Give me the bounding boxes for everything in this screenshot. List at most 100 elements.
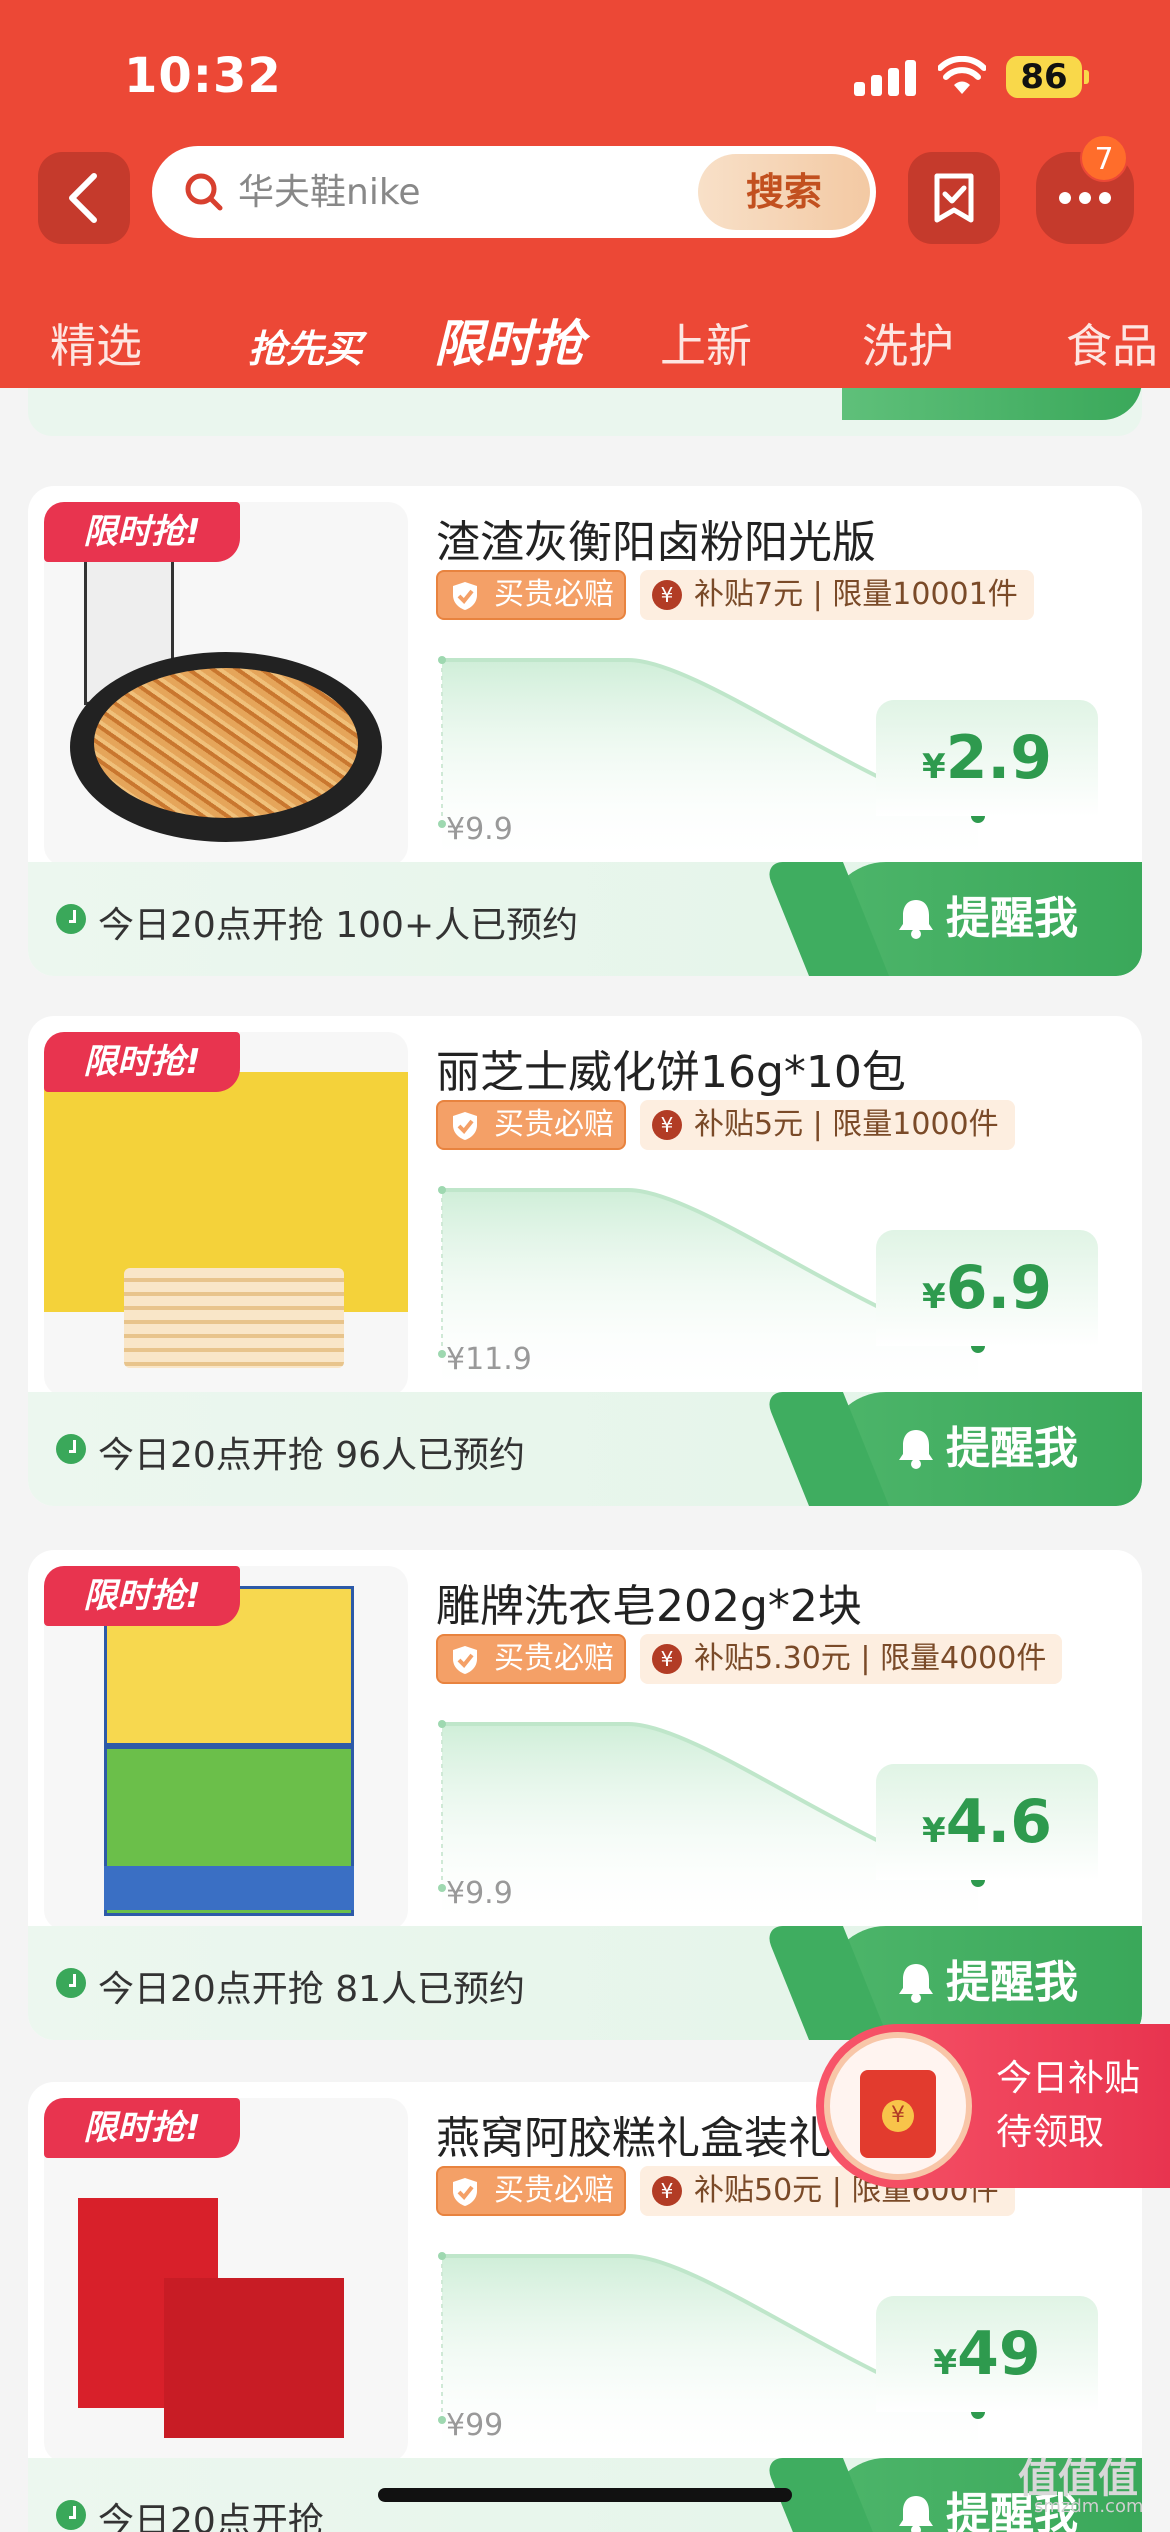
- guarantee-label: 买贵必赔: [494, 577, 614, 612]
- category-tabs: 精选 抢先买 限时抢 上新 洗护 食品: [0, 300, 1170, 388]
- shield-check-icon: [453, 1646, 477, 1674]
- product-title: 丽芝士威化饼16g*10包: [436, 1047, 906, 1098]
- sale-price: ¥49: [933, 2319, 1040, 2389]
- search-input[interactable]: [238, 146, 678, 238]
- remind-me-button[interactable]: 提醒我: [826, 1926, 1142, 2040]
- bell-icon: [899, 1430, 933, 1469]
- back-button[interactable]: [38, 152, 130, 244]
- sale-price-box: ¥4.6: [876, 1764, 1098, 1880]
- flash-sale-label: 限时抢!: [44, 1566, 240, 1626]
- notification-badge: 7: [1080, 134, 1128, 182]
- promo-line-1: 今日补贴: [996, 2058, 1141, 2099]
- bell-icon: [899, 900, 933, 939]
- signal-icon: [854, 60, 916, 96]
- yen-coin-icon: ¥: [652, 2176, 682, 2206]
- price-value: 2.9: [945, 723, 1052, 793]
- reservation-info: 今日20点开抢 96人已预约: [98, 1435, 526, 1476]
- remind-label: 提醒我: [946, 1957, 1078, 2008]
- subsidy-tag: ¥ 补贴5.30元 | 限量4000件: [640, 1634, 1063, 1684]
- chevron-left-icon: [69, 173, 97, 223]
- red-envelope-icon: [860, 2070, 936, 2158]
- subsidy-label: 补贴5元 | 限量1000件: [694, 1107, 999, 1142]
- currency-symbol: ¥: [922, 1277, 946, 1317]
- red-envelope-badge: [824, 2032, 972, 2180]
- product-title: 雕牌洗衣皂202g*2块: [436, 1581, 862, 1632]
- yen-coin-icon: ¥: [652, 1110, 682, 1140]
- product-title: 燕窝阿胶糕礼盒装礼: [436, 2113, 832, 2164]
- product-image: 限时抢!: [44, 502, 408, 866]
- soap-package-band: [104, 1866, 354, 1910]
- original-price: ¥11.9: [446, 1342, 532, 1377]
- price-value: 4.6: [945, 1787, 1052, 1857]
- battery-tip: [1084, 70, 1089, 84]
- price-value: 6.9: [945, 1253, 1052, 1323]
- promo-text: 今日补贴 待领取: [996, 2052, 1140, 2160]
- shield-check-icon: [453, 2178, 477, 2206]
- tab-featured[interactable]: 精选: [50, 310, 142, 376]
- header: 10:32 86 搜索 7 精选: [0, 0, 1170, 388]
- price-guarantee-tag: 买贵必赔: [436, 570, 626, 620]
- noodles: [94, 668, 358, 818]
- sale-price: ¥6.9: [922, 1253, 1052, 1323]
- reservation-info: 今日20点开抢 81人已预约: [98, 1969, 526, 2010]
- clock-icon: [56, 1434, 86, 1464]
- status-time: 10:32: [124, 48, 282, 104]
- yen-coin-icon: ¥: [652, 1644, 682, 1674]
- yen-coin-icon: ¥: [652, 580, 682, 610]
- product-card[interactable]: 限时抢! 丽芝士威化饼16g*10包 买贵必赔 ¥ 补贴5元 | 限量1000件…: [28, 1016, 1142, 1506]
- remind-me-button[interactable]: 提醒我: [826, 1392, 1142, 1506]
- tab-food[interactable]: 食品: [1066, 310, 1158, 376]
- previous-card-footer: [28, 388, 1142, 436]
- price-guarantee-tag: 买贵必赔: [436, 1634, 626, 1684]
- remind-label: 提醒我: [946, 893, 1078, 944]
- reservation-info: 今日20点开抢: [98, 2501, 324, 2532]
- remind-me-button[interactable]: 提醒我: [826, 862, 1142, 976]
- subsidy-tag: ¥ 补贴7元 | 限量10001件: [640, 570, 1034, 620]
- bookmark-button[interactable]: [908, 152, 1000, 244]
- clock-icon: [56, 1968, 86, 1998]
- search-button[interactable]: 搜索: [698, 154, 870, 230]
- subsidy-label: 补贴5.30元 | 限量4000件: [694, 1641, 1047, 1676]
- product-card[interactable]: 限时抢! 雕牌洗衣皂202g*2块 买贵必赔 ¥ 补贴5.30元 | 限量400…: [28, 1550, 1142, 2040]
- reservation-info: 今日20点开抢 100+人已预约: [98, 905, 579, 946]
- shield-check-icon: [453, 1112, 477, 1140]
- tab-care[interactable]: 洗护: [862, 310, 954, 376]
- flash-sale-label: 限时抢!: [44, 502, 240, 562]
- product-image: 限时抢!: [44, 1032, 408, 1396]
- more-dots-icon: [1059, 192, 1111, 204]
- gift-box: [164, 2278, 344, 2388]
- daily-subsidy-promo[interactable]: 今日补贴 待领取: [816, 2024, 1170, 2188]
- tab-early-buy[interactable]: 抢先买: [248, 318, 362, 373]
- previous-remind-button[interactable]: [842, 388, 1142, 420]
- original-price: ¥9.9: [446, 812, 513, 847]
- price-guarantee-tag: 买贵必赔: [436, 2166, 626, 2216]
- flash-sale-label: 限时抢!: [44, 1032, 240, 1092]
- watermark-url: smzdm.com: [1034, 2496, 1144, 2517]
- shield-check-icon: [453, 582, 477, 610]
- home-indicator[interactable]: [378, 2488, 792, 2502]
- card-footer: 今日20点开抢 96人已预约 提醒我: [28, 1392, 1142, 1506]
- product-image: 限时抢!: [44, 1566, 408, 1930]
- currency-symbol: ¥: [922, 1811, 946, 1851]
- card-footer: 今日20点开抢 100+人已预约 提醒我: [28, 862, 1142, 976]
- remind-label: 提醒我: [946, 1423, 1078, 1474]
- guarantee-label: 买贵必赔: [494, 1107, 614, 1142]
- clock-icon: [56, 904, 86, 934]
- search-box[interactable]: 搜索: [152, 146, 876, 238]
- tab-flash-sale[interactable]: 限时抢: [434, 304, 584, 376]
- subsidy-label: 补贴7元 | 限量10001件: [694, 577, 1018, 612]
- wifi-icon: [938, 56, 986, 94]
- clock-icon: [56, 2500, 86, 2530]
- product-image: 限时抢!: [44, 2098, 408, 2462]
- tab-new[interactable]: 上新: [660, 310, 752, 376]
- guarantee-label: 买贵必赔: [494, 2173, 614, 2208]
- product-card[interactable]: 限时抢! 渣渣灰衡阳卤粉阳光版 买贵必赔 ¥ 补贴7元 | 限量10001件 ¥…: [28, 486, 1142, 976]
- bell-icon: [899, 2496, 933, 2532]
- sale-price-box: ¥6.9: [876, 1230, 1098, 1346]
- product-title: 渣渣灰衡阳卤粉阳光版: [436, 517, 876, 568]
- price-guarantee-tag: 买贵必赔: [436, 1100, 626, 1150]
- bell-icon: [899, 1964, 933, 2003]
- wafer-stack: [124, 1268, 344, 1368]
- sale-price-box: ¥2.9: [876, 700, 1098, 816]
- promo-line-2: 待领取: [996, 2112, 1105, 2153]
